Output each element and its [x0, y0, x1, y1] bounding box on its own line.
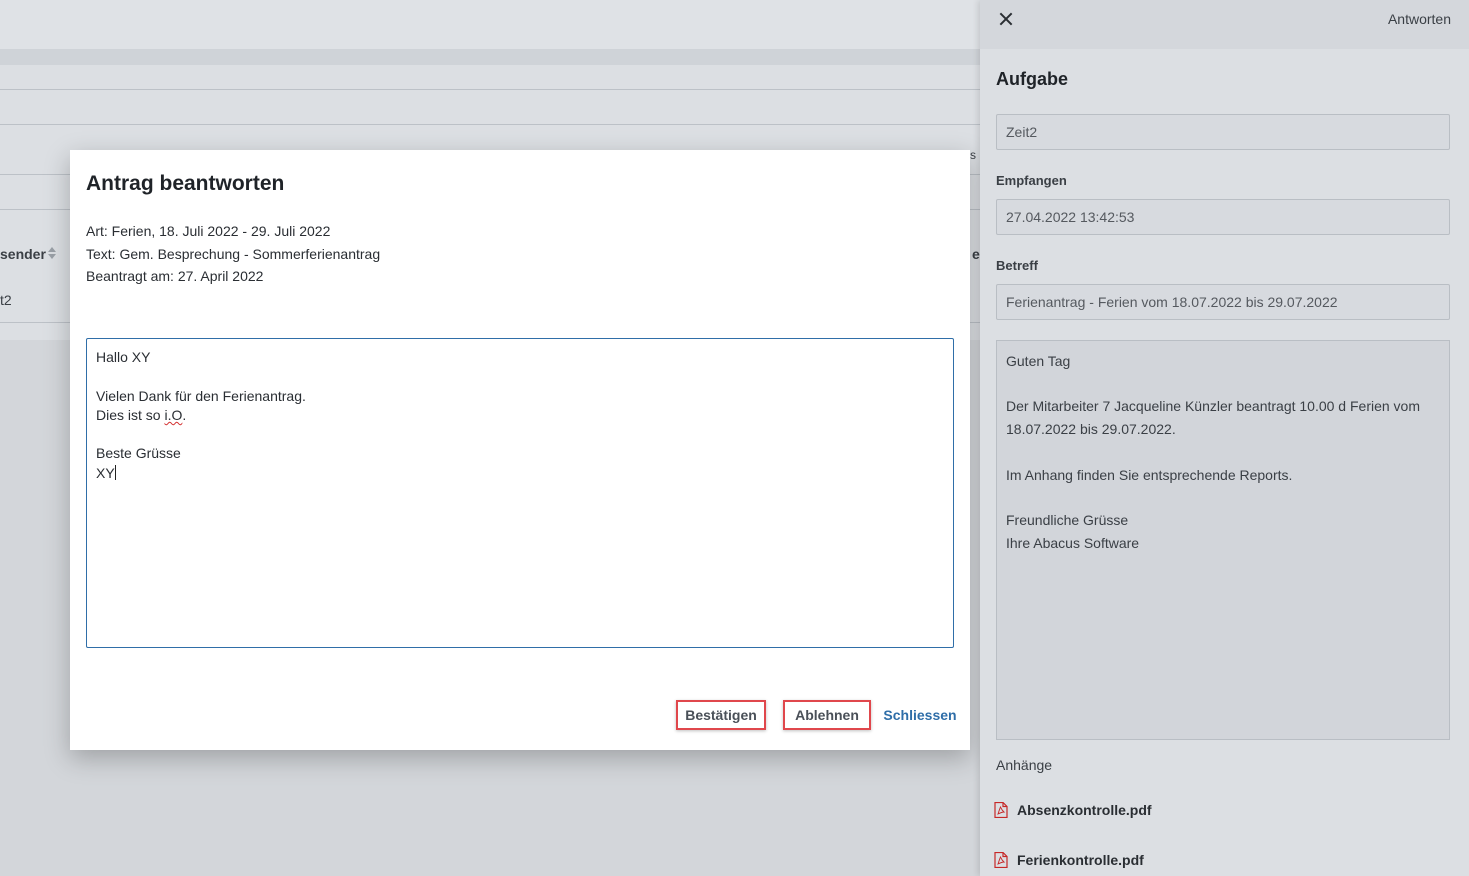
dialog-title: Antrag beantworten — [86, 172, 285, 195]
pdf-file-icon — [994, 802, 1008, 818]
task-detail-panel: Antworten Aufgabe Zeit2 Empfangen 27.04.… — [980, 0, 1469, 876]
received-label: Empfangen — [996, 173, 1067, 188]
request-date: Beantragt am: 27. April 2022 — [86, 268, 264, 284]
column-header-fragment: s — [970, 148, 976, 162]
table-divider — [0, 124, 980, 125]
column-header-fragment: e — [972, 246, 980, 262]
attachment-name: Ferienkontrolle.pdf — [1017, 852, 1144, 868]
received-field: 27.04.2022 13:42:53 — [996, 199, 1450, 235]
table-cell-sender[interactable]: t2 — [0, 292, 12, 308]
subject-field: Ferienantrag - Ferien vom 18.07.2022 bis… — [996, 284, 1450, 320]
reply-message-textarea[interactable]: Hallo XY Vielen Dank für den Ferienantra… — [86, 338, 954, 648]
attachments-label: Anhänge — [996, 757, 1053, 773]
attachment-name: Absenzkontrolle.pdf — [1017, 802, 1152, 818]
message-line: Beste Grüsse — [96, 445, 181, 462]
sort-icon[interactable] — [47, 247, 57, 261]
request-type: Art: Ferien, 18. Juli 2022 - 29. Juli 20… — [86, 223, 331, 239]
app-toolbar-band — [0, 49, 980, 65]
message-line: XY — [96, 464, 115, 481]
panel-title: Aufgabe — [996, 69, 1068, 89]
message-punctuation: . — [182, 406, 187, 423]
message-line: Dies ist so — [96, 406, 165, 423]
attachment-link[interactable]: Absenzkontrolle.pdf — [994, 802, 1152, 818]
reply-button[interactable]: Antworten — [1388, 11, 1451, 27]
reject-button[interactable]: Ablehnen — [783, 700, 871, 730]
subject-label: Betreff — [996, 258, 1038, 273]
close-button[interactable]: Schliessen — [882, 700, 958, 730]
app-topbar — [0, 0, 980, 49]
message-body: Guten Tag Der Mitarbeiter 7 Jacqueline K… — [996, 340, 1450, 740]
request-info: Art: Ferien, 18. Juli 2022 - 29. Juli 20… — [86, 220, 380, 288]
misspelled-word: i.O — [164, 406, 183, 423]
request-text: Text: Gem. Besprechung - Sommerferienant… — [86, 245, 381, 262]
text-cursor — [114, 464, 116, 480]
message-line: Vielen Dank für den Ferienantrag. — [96, 387, 306, 404]
table-divider — [0, 89, 980, 90]
task-field: Zeit2 — [996, 114, 1450, 150]
message-line: Hallo XY — [96, 349, 151, 365]
pdf-file-icon — [994, 852, 1008, 868]
column-header-sender[interactable]: sender — [0, 246, 46, 262]
close-icon[interactable] — [996, 9, 1016, 29]
attachment-link[interactable]: Ferienkontrolle.pdf — [994, 852, 1144, 868]
confirm-button[interactable]: Bestätigen — [676, 700, 766, 730]
reply-request-dialog: Antrag beantworten Art: Ferien, 18. Juli… — [70, 150, 970, 750]
